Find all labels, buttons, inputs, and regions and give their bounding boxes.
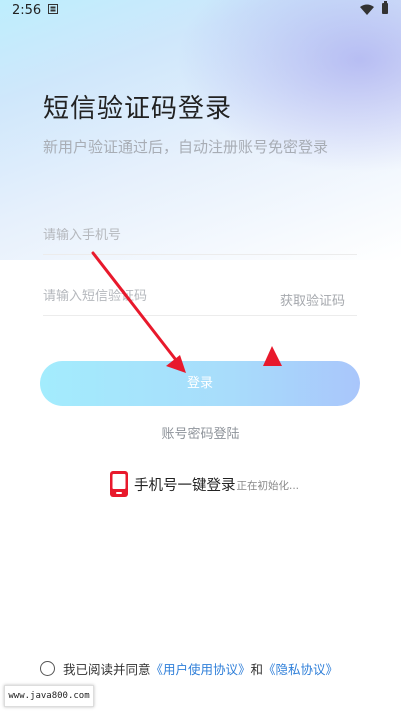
one-click-state: 正在初始化...: [236, 480, 300, 492]
login-button[interactable]: 登录: [40, 361, 360, 406]
phone-icon: [110, 471, 128, 497]
agreement-prefix: 我已阅读并同意: [63, 662, 151, 677]
notification-icon: [48, 4, 58, 14]
user-agreement-link[interactable]: 《用户使用协议》: [151, 659, 251, 678]
phone-input[interactable]: [43, 228, 263, 243]
agreement-and: 和: [250, 662, 264, 677]
watermark: www.java800.com: [4, 685, 94, 707]
one-click-label: 手机号一键登录: [134, 477, 236, 494]
page-subtitle: 新用户验证通过后，自动注册账号免密登录: [43, 138, 329, 156]
get-code-button[interactable]: 获取验证码: [280, 290, 345, 309]
header-background: [0, 0, 401, 260]
page-title: 短信验证码登录: [43, 94, 233, 124]
wifi-icon: [360, 4, 374, 15]
sms-code-field: 获取验证码: [43, 285, 357, 316]
sms-code-input[interactable]: [43, 289, 263, 304]
status-bar: 2:56: [0, 0, 401, 22]
phone-field: [43, 224, 357, 255]
agreement-row: 我已阅读并同意 《用户使用协议》 和 《隐私协议》: [40, 659, 338, 678]
radio-icon[interactable]: [40, 661, 55, 676]
one-click-login[interactable]: 手机号一键登录 正在初始化...: [110, 470, 299, 498]
status-time: 2:56: [12, 3, 42, 18]
privacy-link[interactable]: 《隐私协议》: [263, 659, 338, 678]
password-login-label[interactable]: 账号密码登陆: [161, 427, 239, 442]
battery-icon: [382, 1, 388, 14]
password-login-link: 账号密码登陆: [0, 423, 401, 442]
